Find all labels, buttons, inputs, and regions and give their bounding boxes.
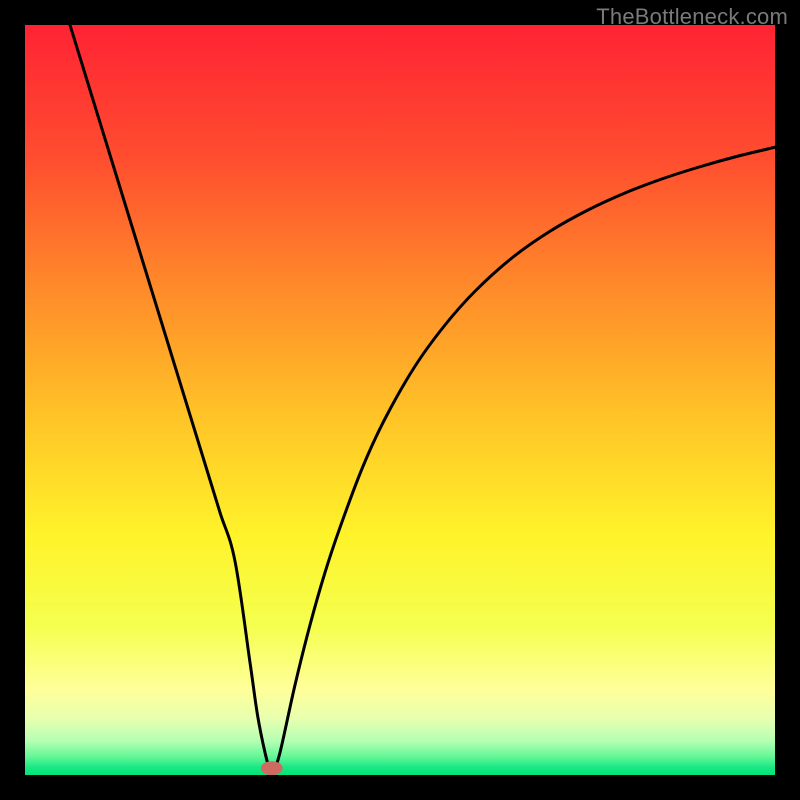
optimal-marker xyxy=(261,761,283,775)
watermark-text: TheBottleneck.com xyxy=(596,4,788,30)
chart-background xyxy=(25,25,775,775)
chart-svg xyxy=(25,25,775,775)
chart-frame xyxy=(25,25,775,775)
